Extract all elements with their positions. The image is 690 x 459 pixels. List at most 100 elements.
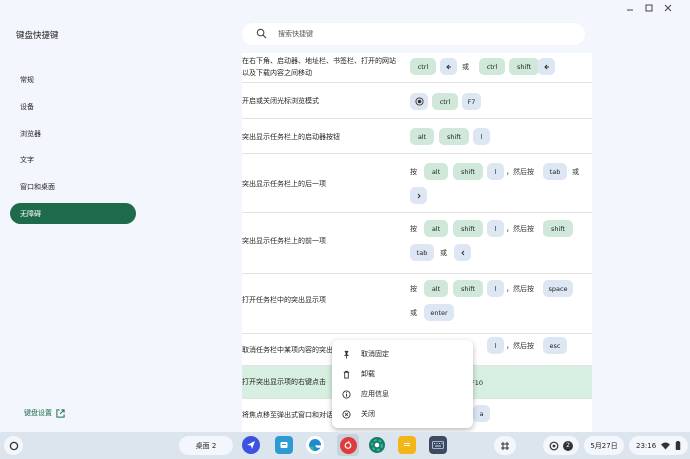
shortcut-description: 打开任务栏中的突出显示项 — [242, 296, 326, 304]
key-f7: F7 — [462, 93, 481, 110]
key-shift: shift — [453, 163, 483, 180]
trash-icon — [341, 369, 351, 379]
notes-app-icon[interactable] — [398, 436, 416, 454]
launcher-button[interactable] — [4, 436, 23, 455]
external-link-icon — [56, 408, 65, 418]
close-circle-icon — [341, 409, 351, 419]
key-shift: shift — [509, 58, 539, 75]
sidebar-item-device[interactable]: 设备 — [10, 96, 136, 117]
shortcut-description: 突出显示任务栏上的后一项 — [242, 180, 326, 188]
or-text: 或 — [440, 249, 447, 257]
shortcut-row: 突出显示任务栏上的启动器按钮 alt shift l — [242, 119, 592, 154]
context-menu: 取消固定 卸载 应用信息 关闭 — [332, 340, 473, 428]
netease-music-app-icon-active[interactable] — [337, 434, 359, 456]
maximize-icon[interactable] — [644, 3, 654, 13]
edge-app-icon[interactable] — [306, 436, 324, 454]
sidebar-item-text[interactable]: 文字 — [10, 149, 136, 170]
keyboard-settings-label: 键盘设置 — [24, 409, 52, 417]
files-app-icon[interactable] — [275, 436, 293, 454]
status-tray[interactable]: 23:16 — [629, 436, 688, 455]
key-alt: alt — [424, 280, 448, 297]
close-icon[interactable] — [663, 3, 673, 13]
press-text: 按 — [410, 168, 417, 176]
keyboard-settings-link[interactable]: 键盘设置 — [24, 408, 65, 418]
notification-button[interactable]: 2 — [543, 436, 579, 455]
sidebar-item-windows-desks[interactable]: 窗口和桌面 — [10, 176, 136, 197]
wifi-icon — [661, 442, 671, 450]
then-press-text: ，然后按 — [506, 342, 534, 350]
shortcut-row: 突出显示任务栏上的后一项 按 alt shift l ，然后按 tab 或 — [242, 154, 592, 213]
shortcut-description: 开启或关闭光标浏览模式 — [242, 97, 319, 105]
then-press-text: ，然后按 — [506, 225, 534, 233]
shortcut-row: 开启或关闭光标浏览模式 ctrl F7 — [242, 83, 592, 119]
key-shift: shift — [453, 220, 483, 237]
key-alt: alt — [410, 128, 434, 145]
shortcut-description: 突出显示任务栏上的前一项 — [242, 237, 326, 245]
minimize-icon[interactable] — [625, 3, 635, 13]
search-input[interactable]: 搜索快捷键 — [242, 23, 585, 45]
send-app-icon[interactable] — [242, 436, 260, 454]
menu-item-label: 应用信息 — [361, 390, 389, 398]
press-text: 按 — [410, 285, 417, 293]
launcher-icon — [9, 441, 18, 450]
shortcut-row: 突出显示任务栏上的前一项 按 alt shift l ，然后按 shift ta… — [242, 213, 592, 274]
key-tab: tab — [543, 163, 567, 180]
then-press-text: ，然后按 — [506, 285, 534, 293]
search-placeholder: 搜索快捷键 — [278, 30, 313, 38]
key-esc: esc — [543, 337, 567, 354]
key-l: l — [473, 128, 490, 145]
key-l: l — [487, 163, 504, 180]
ime-button[interactable] — [494, 436, 516, 455]
info-icon — [341, 389, 351, 399]
search-icon — [256, 28, 267, 39]
key-ctrl: ctrl — [479, 58, 505, 75]
then-press-text: ，然后按 — [506, 168, 534, 176]
netease-notification-icon — [549, 441, 559, 450]
key-space: space — [543, 280, 573, 297]
chrome-app-icon[interactable] — [368, 436, 386, 454]
menu-item-close[interactable]: 关闭 — [332, 404, 473, 424]
key-l: l — [487, 337, 504, 354]
menu-item-label: 关闭 — [361, 410, 375, 418]
menu-item-label: 卸载 — [361, 370, 375, 378]
press-text: 按 — [410, 225, 417, 233]
key-shift: shift — [543, 220, 573, 237]
shortcut-row: 打开任务栏中的突出显示项 按 alt shift l ，然后按 space 或 … — [242, 274, 592, 334]
desk-button[interactable]: 桌面 2 — [179, 436, 233, 455]
sidebar-item-accessibility[interactable]: 无障碍 — [10, 203, 136, 224]
sidebar: 键盘快捷键 常规 设备 浏览器 文字 窗口和桌面 无障碍 键盘设置 — [0, 16, 160, 432]
sidebar-item-browser[interactable]: 浏览器 — [10, 123, 136, 144]
menu-item-app-info[interactable]: 应用信息 — [332, 384, 473, 404]
key-ctrl: ctrl — [410, 58, 436, 75]
back-arrow-icon — [538, 58, 555, 75]
key-shift: shift — [439, 128, 469, 145]
key-tab: tab — [410, 244, 434, 261]
key-a: a — [473, 405, 490, 422]
pin-icon — [341, 349, 351, 359]
shortcut-description: 突出显示任务栏上的启动器按钮 — [242, 133, 340, 141]
key-ctrl: ctrl — [432, 93, 458, 110]
forward-arrow-icon — [410, 187, 427, 204]
shortcut-description: 在右下角、启动器、地址栏、书签栏、打开的网站以及下载内容之间移动 — [242, 57, 396, 77]
keyboard-app-icon[interactable] — [429, 436, 447, 454]
battery-icon — [675, 441, 681, 450]
back-arrow-icon — [454, 244, 471, 261]
notification-count-badge: 2 — [563, 440, 573, 451]
title-bar — [0, 0, 690, 16]
sidebar-item-general[interactable]: 常规 — [10, 69, 136, 90]
key-enter: enter — [424, 304, 454, 321]
menu-item-uninstall[interactable]: 卸载 — [332, 364, 473, 384]
or-text: 或 — [572, 168, 579, 176]
time-label: 23:16 — [636, 441, 657, 450]
menu-item-unpin[interactable]: 取消固定 — [332, 344, 473, 364]
key-l: l — [487, 220, 504, 237]
shortcut-row: 在右下角、启动器、地址栏、书签栏、打开的网站以及下载内容之间移动 ctrl 或 … — [242, 53, 592, 83]
key-shift: shift — [453, 280, 483, 297]
radio-icon — [410, 93, 428, 110]
key-alt: alt — [424, 220, 448, 237]
date-tray[interactable]: 5月27日 — [584, 436, 624, 455]
key-l: l — [487, 280, 504, 297]
ime-icon — [501, 441, 509, 450]
key-alt: alt — [424, 163, 448, 180]
menu-item-label: 取消固定 — [361, 350, 389, 358]
